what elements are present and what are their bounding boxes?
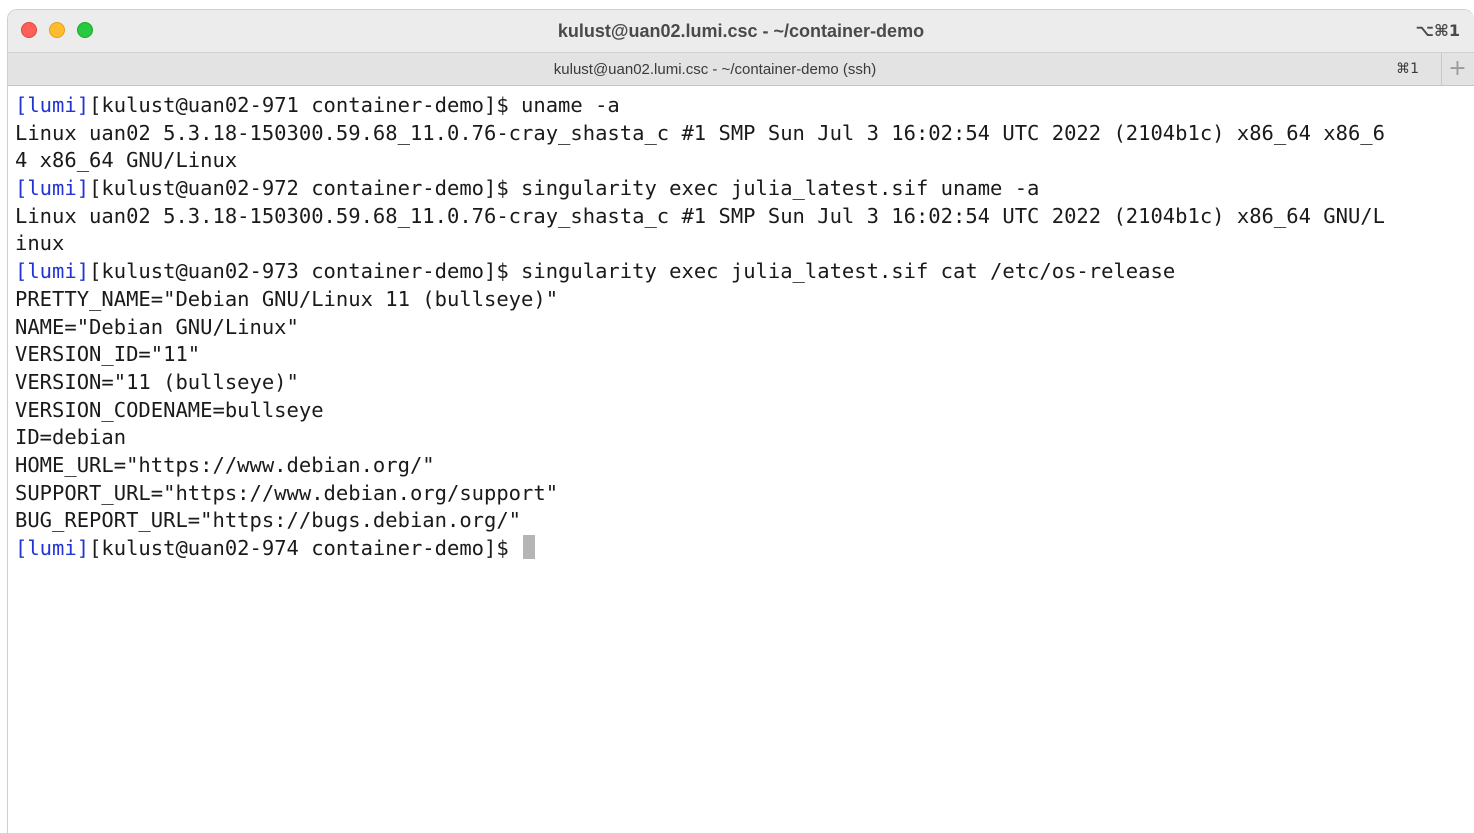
prompt-tag: [lumi]	[15, 93, 90, 117]
terminal-line-text: ID=debian	[15, 425, 127, 450]
terminal-line: inux	[15, 230, 1474, 258]
terminal-line-text: inux	[15, 231, 65, 256]
window-title: kulust@uan02.lumi.csc - ~/container-demo	[557, 21, 925, 41]
terminal-line-text: HOME_URL="https://www.debian.org/"	[15, 452, 435, 477]
terminal-line-text: SUPPORT_URL="https://www.debian.org/supp…	[15, 480, 559, 505]
terminal-line: SUPPORT_URL="https://www.debian.org/supp…	[15, 480, 1474, 508]
terminal-line: Linux uan02 5.3.18-150300.59.68_11.0.76-…	[15, 203, 1474, 231]
terminal-line: [lumi][kulust@uan02-973 container-demo]$…	[15, 258, 1474, 286]
terminal-line: HOME_URL="https://www.debian.org/"	[15, 452, 1474, 480]
terminal-line-text: VERSION_CODENAME=bullseye	[15, 397, 324, 422]
prompt-tag: [lumi]	[15, 259, 90, 284]
terminal-line: 4 x86_64 GNU/Linux	[15, 147, 1474, 175]
terminal-line: [lumi][kulust@uan02-972 container-demo]$…	[15, 175, 1474, 203]
text-cursor	[523, 535, 536, 559]
tab-shortcut-label: ⌘1	[1396, 61, 1419, 77]
terminal-line-text: VERSION="11 (bullseye)"	[15, 369, 299, 394]
terminal-line: VERSION_CODENAME=bullseye	[15, 397, 1474, 425]
terminal-line-text: VERSION_ID="11"	[15, 342, 201, 367]
tab-bar: kulust@uan02.lumi.csc - ~/container-demo…	[8, 52, 1474, 86]
terminal-line-text: [kulust@uan02-971 container-demo]$ uname…	[89, 93, 620, 117]
window-shortcut-label: ⌥⌘1	[1415, 21, 1460, 40]
terminal-line-text: 4 x86_64 GNU/Linux	[15, 148, 238, 173]
terminal-line-text: BUG_REPORT_URL="https://bugs.debian.org/…	[15, 508, 522, 533]
tab-label: kulust@uan02.lumi.csc - ~/container-demo…	[553, 61, 877, 78]
new-tab-plus-icon[interactable]: +	[1441, 53, 1474, 86]
current-prompt-text: [kulust@uan02-974 container-demo]$	[89, 536, 522, 560]
title-bar[interactable]: kulust@uan02.lumi.csc - ~/container-demo…	[8, 10, 1474, 52]
terminal-line: VERSION_ID="11"	[15, 341, 1474, 369]
terminal-line: NAME="Debian GNU/Linux"	[15, 314, 1474, 342]
terminal-line: BUG_REPORT_URL="https://bugs.debian.org/…	[15, 507, 1474, 535]
current-prompt-line[interactable]: [lumi][kulust@uan02-974 container-demo]$	[15, 535, 1474, 563]
terminal-line-text: PRETTY_NAME="Debian GNU/Linux 11 (bullse…	[15, 286, 559, 311]
terminal-line-text: [kulust@uan02-972 container-demo]$ singu…	[89, 176, 1040, 201]
terminal-line: VERSION="11 (bullseye)"	[15, 369, 1474, 397]
terminal-line-text: NAME="Debian GNU/Linux"	[15, 314, 299, 339]
terminal-line: Linux uan02 5.3.18-150300.59.68_11.0.76-…	[15, 120, 1474, 148]
terminal-line-text: Linux uan02 5.3.18-150300.59.68_11.0.76-…	[15, 120, 1385, 145]
terminal-output[interactable]: [lumi][kulust@uan02-971 container-demo]$…	[8, 86, 1474, 833]
terminal-line: PRETTY_NAME="Debian GNU/Linux 11 (bullse…	[15, 286, 1474, 314]
tab-ssh-session[interactable]: kulust@uan02.lumi.csc - ~/container-demo…	[8, 53, 1442, 86]
terminal-window: kulust@uan02.lumi.csc - ~/container-demo…	[7, 9, 1474, 833]
terminal-line: ID=debian	[15, 424, 1474, 452]
terminal-line-text: Linux uan02 5.3.18-150300.59.68_11.0.76-…	[15, 203, 1385, 228]
terminal-line-text: [kulust@uan02-973 container-demo]$ singu…	[89, 259, 1176, 284]
terminal-line: [lumi][kulust@uan02-971 container-demo]$…	[15, 92, 1474, 120]
prompt-tag: [lumi]	[15, 176, 90, 201]
prompt-tag: [lumi]	[15, 536, 90, 560]
